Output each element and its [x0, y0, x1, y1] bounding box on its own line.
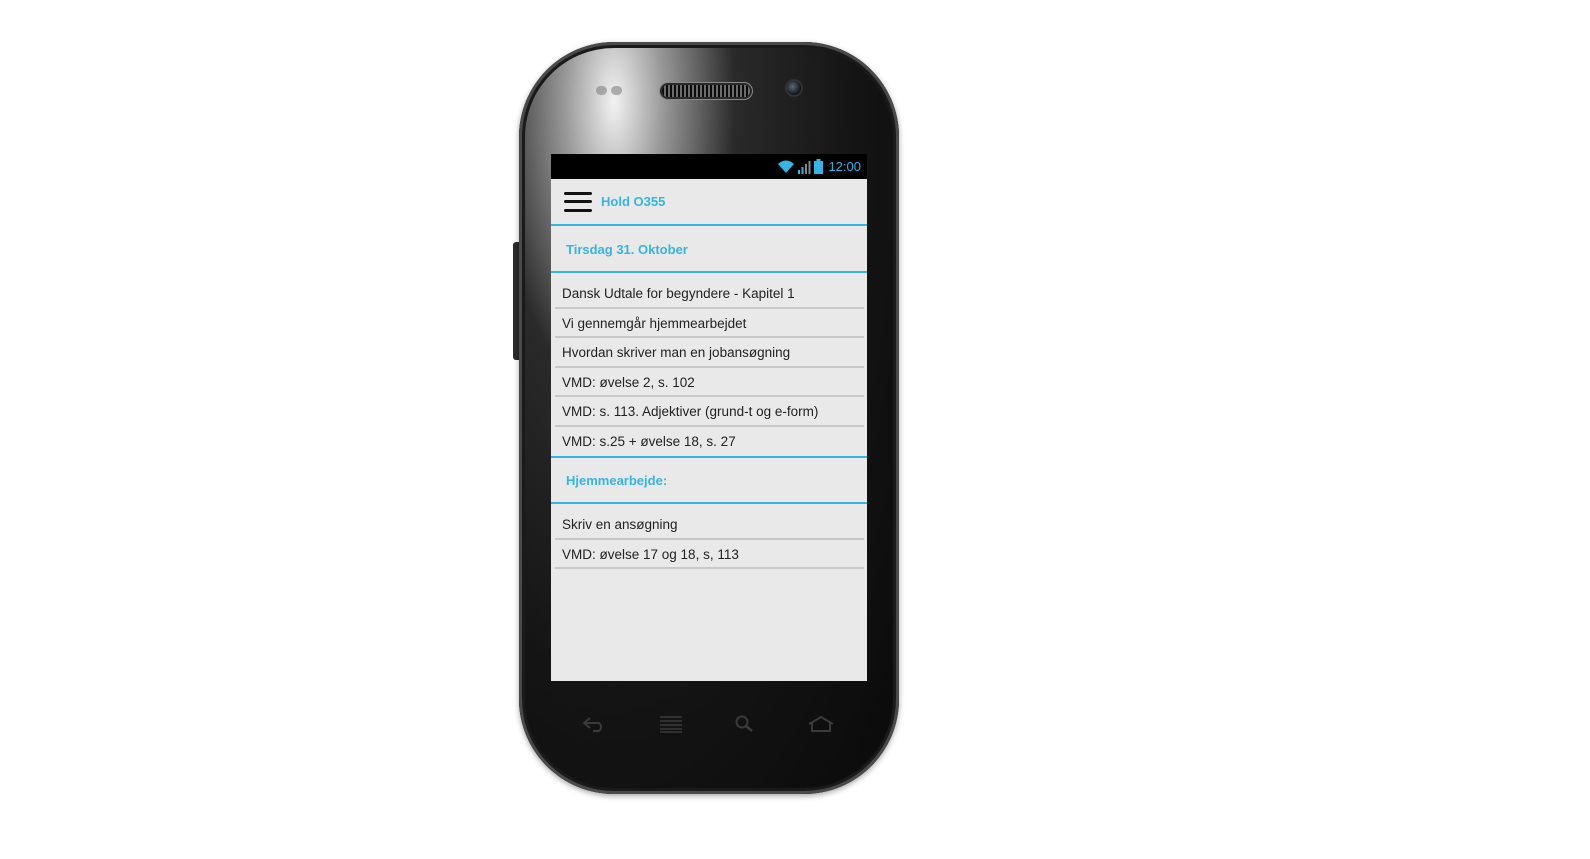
battery-icon [814, 159, 824, 174]
list-item[interactable]: Dansk Udtale for begyndere - Kapitel 1 [555, 279, 864, 309]
wifi-icon [778, 160, 795, 173]
action-bar: Hold O355 [551, 179, 867, 226]
lessons-list: Dansk Udtale for begyndere - Kapitel 1 V… [551, 273, 867, 456]
list-item[interactable]: VMD: øvelse 17 og 18, s, 113 [555, 540, 864, 569]
homework-list: Skriv en ansøgning VMD: øvelse 17 og 18,… [551, 504, 867, 569]
list-item[interactable]: Skriv en ansøgning [555, 510, 864, 540]
sensor-icon [611, 86, 622, 95]
signal-icon [798, 160, 811, 174]
homework-section-header: Hjemmearbejde: [551, 458, 867, 504]
page-title: Hold O355 [601, 194, 666, 209]
status-clock: 12:00 [828, 159, 861, 174]
list-item[interactable]: VMD: s.25 + øvelse 18, s. 27 [555, 427, 864, 457]
phone-frame: 12:00 Hold O355 Tirsdag 31. Oktober Dans… [519, 42, 899, 794]
back-icon[interactable] [581, 715, 607, 733]
date-section-header: Tirsdag 31. Oktober [551, 226, 867, 273]
list-item[interactable]: Hvordan skriver man en jobansøgning [555, 338, 864, 368]
menu-icon[interactable] [564, 191, 592, 212]
earpiece-speaker [662, 85, 750, 97]
sensor-icon [596, 86, 607, 95]
list-item[interactable]: Vi gennemgår hjemmearbejdet [555, 309, 864, 338]
app-screen: 12:00 Hold O355 Tirsdag 31. Oktober Dans… [551, 154, 867, 681]
recent-apps-icon[interactable] [659, 715, 683, 733]
system-nav-bar [519, 707, 899, 741]
status-bar: 12:00 [551, 154, 867, 179]
search-icon[interactable] [734, 715, 754, 733]
front-camera-icon [787, 81, 801, 95]
list-item[interactable]: VMD: øvelse 2, s. 102 [555, 368, 864, 397]
list-item[interactable]: VMD: s. 113. Adjektiver (grund-t og e-fo… [555, 397, 864, 427]
home-icon[interactable] [807, 715, 835, 733]
